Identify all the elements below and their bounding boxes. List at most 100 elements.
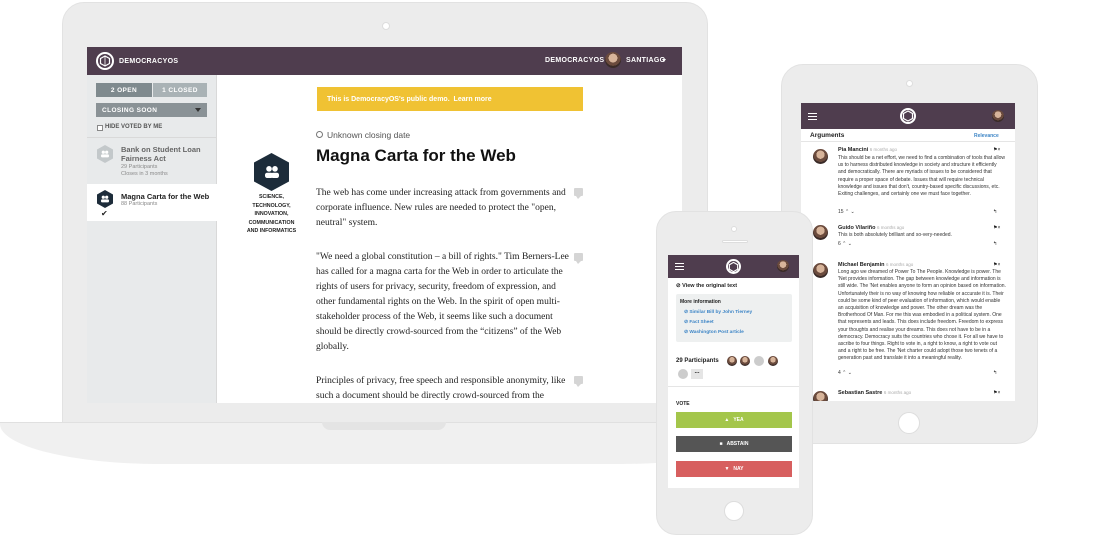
vote-nay-button[interactable]: ▼ NAY [676, 461, 792, 477]
paragraph: Principles of privacy, free speech and r… [316, 376, 566, 401]
vote-abstain-button[interactable]: ■ ABSTAIN [676, 436, 792, 452]
user-avatar[interactable] [992, 110, 1004, 122]
participant-avatar [727, 356, 737, 366]
more-participants-button[interactable]: ... [691, 369, 703, 379]
arguments-title: Arguments [810, 132, 845, 139]
democracyos-logo-icon[interactable] [726, 259, 741, 274]
tablet-screen: Arguments Relevance Pia Mancini 6 months… [801, 103, 1015, 401]
flag-icon[interactable]: ⚑× [993, 262, 1000, 268]
flag-icon[interactable]: ⚑× [993, 390, 1000, 396]
comment-author: Pia Mancini 6 months ago [838, 147, 898, 153]
checkmark-icon: ✔ [101, 209, 108, 218]
sidebar-item-title: Bank on Student Loan Fairness Act [121, 145, 201, 163]
hide-voted-label: HIDE VOTED BY ME [105, 124, 163, 130]
user-menu[interactable]: SANTIAGO [626, 57, 665, 64]
flag-icon[interactable]: ⚑× [993, 225, 1000, 231]
closing-date: Unknown closing date [327, 130, 411, 140]
democracyos-logo-icon[interactable] [900, 108, 916, 124]
sidebar-item-participants: 88 Participants [121, 201, 158, 207]
laptop-screen: DEMOCRACYOS DEMOCRACYOS SANTIAGO 2 OPEN … [87, 47, 682, 403]
participant-avatar [740, 356, 750, 366]
view-original-link[interactable]: ⊘ View the original text [676, 283, 737, 289]
reply-icon[interactable]: ↰ [993, 241, 997, 247]
avatar [813, 391, 828, 401]
phone-speaker [722, 240, 748, 243]
banner-text: This is DemocracyOS's public demo. [327, 95, 450, 103]
comment-author: Michael Benjamin 6 months ago [838, 262, 914, 268]
more-information-box: More information ⊘ Similar Bill by John … [676, 294, 792, 342]
avatar [813, 225, 828, 240]
participants-count: 29 Participants [676, 358, 719, 364]
sidebar: 2 OPEN 1 CLOSED CLOSING SOON HIDE VOTED … [87, 75, 217, 403]
menu-icon[interactable] [675, 263, 684, 270]
sort-select-value: CLOSING SOON [102, 106, 158, 114]
sidebar-item-magna-carta[interactable]: ✔ Magna Carta for the Web 88 Participant… [87, 184, 217, 221]
comment-text: Long ago we dreamed of Power To The Peop… [838, 269, 1006, 362]
divider [668, 386, 799, 387]
user-avatar[interactable] [777, 260, 789, 272]
demo-banner: This is DemocracyOS's public demo. Learn… [317, 87, 583, 111]
comment-bubble-icon[interactable] [574, 188, 583, 199]
comment-score: 6 ⌃ ⌄ [838, 241, 852, 247]
comment-text: This should be a net effort, we need to … [838, 155, 1005, 198]
link-washington-post[interactable]: ⊘ Washington Post article [684, 330, 744, 335]
page-title: Magna Carta for the Web [316, 146, 516, 165]
reply-icon[interactable]: ↰ [993, 209, 997, 215]
vote-yea-button[interactable]: ▲ YEA [676, 412, 792, 428]
comment-author: Guido Vilariño 6 months ago [838, 225, 905, 231]
comment-text: This is both absolutely brilliant and so… [838, 232, 952, 238]
tablet-home-button [898, 412, 920, 434]
sort-relevance-link[interactable]: Relevance [974, 133, 999, 139]
thumbs-down-icon: ▼ [724, 466, 730, 472]
tab-closed[interactable]: 1 CLOSED [153, 83, 207, 97]
phone-home-button [724, 501, 744, 521]
link-similar-bill[interactable]: ⊘ Similar Bill by John Tierney [684, 310, 752, 315]
people-icon [97, 145, 113, 163]
comment-score: 4 ⌃ ⌄ [838, 370, 852, 376]
people-icon [97, 190, 113, 208]
participant-avatar [768, 356, 778, 366]
phone-header [668, 255, 799, 278]
tablet-camera [906, 80, 913, 87]
democracyos-logo-icon[interactable] [96, 52, 114, 70]
tablet-header [801, 103, 1015, 129]
comment-bubble-icon[interactable] [574, 253, 583, 264]
laptop-header: DEMOCRACYOS DEMOCRACYOS SANTIAGO [87, 47, 682, 75]
comment-bubble-icon[interactable] [574, 376, 583, 387]
sidebar-item-title: Magna Carta for the Web [121, 192, 210, 201]
clock-icon [316, 131, 323, 138]
square-icon: ■ [719, 441, 723, 447]
reply-icon[interactable]: ↰ [993, 370, 997, 376]
tab-open[interactable]: 2 OPEN [96, 83, 152, 97]
sidebar-item-participants: 29 Participants [121, 164, 158, 170]
link-fact-sheet[interactable]: ⊘ Fact Sheet [684, 320, 714, 325]
hide-voted-checkbox[interactable] [97, 125, 103, 131]
vote-label: VOTE [676, 401, 690, 407]
laptop-notch [322, 422, 446, 430]
phone-screen: ⊘ View the original text More informatio… [668, 255, 799, 488]
user-avatar[interactable] [605, 52, 621, 68]
learn-more-link[interactable]: Learn more [454, 96, 492, 103]
avatar [813, 149, 828, 164]
sort-select[interactable]: CLOSING SOON [96, 103, 207, 117]
category-label[interactable]: SCIENCE, TECHNOLOGY, INNOVATION, COMMUNI… [243, 193, 300, 236]
brand-name[interactable]: DEMOCRACYOS [119, 58, 178, 65]
phone-camera [731, 226, 737, 232]
thumbs-up-icon: ▲ [724, 417, 730, 423]
participant-avatar [678, 369, 688, 379]
caret-down-icon [195, 108, 201, 112]
chevron-down-icon[interactable] [662, 59, 666, 62]
more-info-title: More information [680, 299, 721, 305]
paragraph: "We need a global constitution – a bill … [316, 252, 569, 352]
flag-icon[interactable]: ⚑× [993, 147, 1000, 153]
category-people-icon [254, 153, 289, 191]
menu-icon[interactable] [808, 113, 817, 120]
divider [801, 141, 1015, 142]
sidebar-item-closes: Closes in 3 months [121, 171, 168, 177]
paragraph: The web has come under increasing attack… [316, 188, 566, 228]
avatar [813, 263, 828, 278]
nav-democracyos-link[interactable]: DEMOCRACYOS [545, 57, 604, 64]
sidebar-item-bank-on-student-loan[interactable]: Bank on Student Loan Fairness Act 29 Par… [87, 137, 217, 183]
participant-avatar [754, 356, 764, 366]
comment-author: Sebastian Sastre 6 months ago [838, 390, 912, 396]
